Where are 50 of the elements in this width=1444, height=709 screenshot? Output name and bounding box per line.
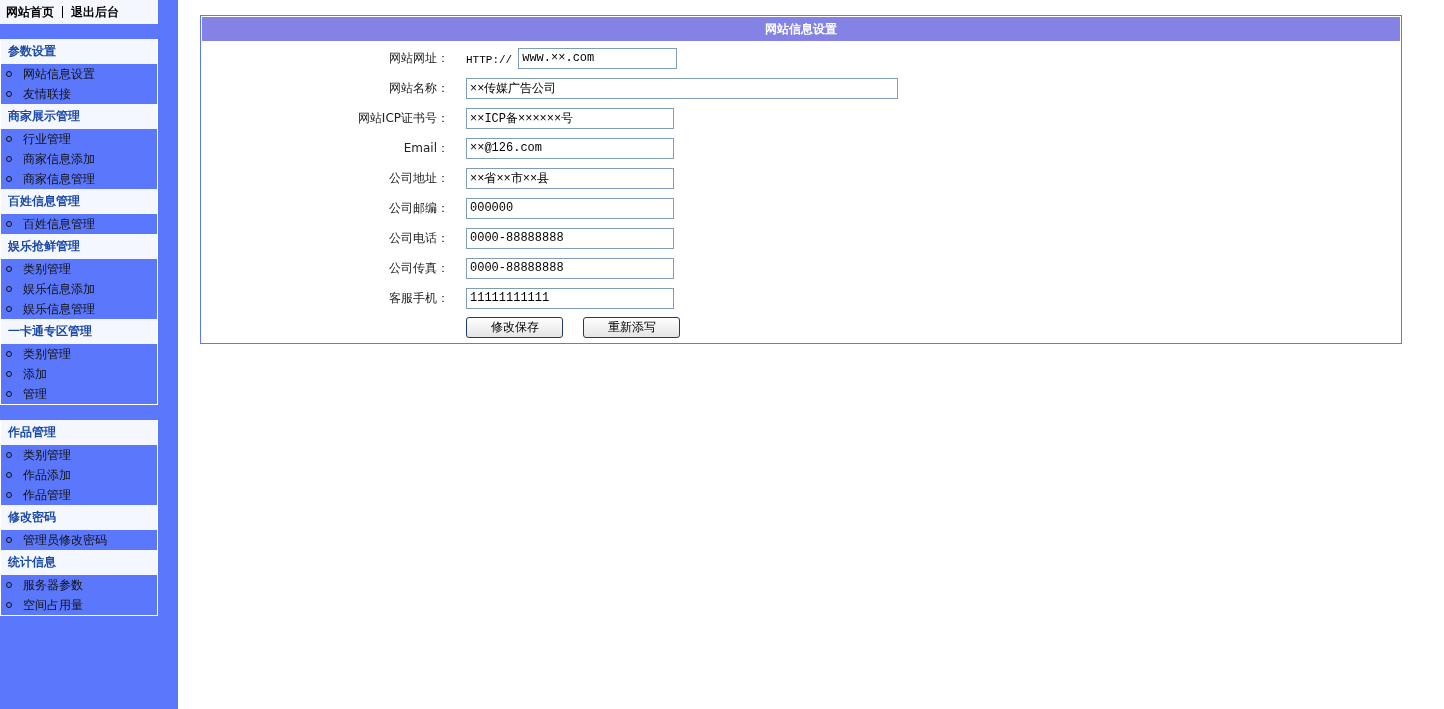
field-label: 公司邮编：: [388, 199, 450, 217]
menu-group-title: 娱乐抢鲜管理: [1, 234, 157, 259]
menu-item[interactable]: 管理员修改密码: [1, 530, 157, 550]
menu-group-title: 一卡通专区管理: [1, 319, 157, 344]
field-label: 网站网址：: [388, 49, 450, 67]
menu-item[interactable]: 类别管理: [1, 445, 157, 465]
input-field[interactable]: 11111111111: [466, 287, 674, 309]
input-field[interactable]: www.××.com: [518, 47, 678, 69]
field-label: 客服手机：: [388, 289, 450, 307]
menu-item[interactable]: 空间占用量: [1, 595, 157, 615]
menu-item[interactable]: 娱乐信息管理: [1, 299, 157, 319]
input-field[interactable]: ××@126.com: [466, 137, 674, 159]
input-field[interactable]: 0000-88888888: [466, 257, 674, 279]
menu-item[interactable]: 类别管理: [1, 259, 157, 279]
menu-group-title: 统计信息: [1, 550, 157, 575]
input-field[interactable]: ××省××市××县: [466, 167, 674, 189]
input-field[interactable]: 0000-88888888: [466, 227, 674, 249]
field-label: 公司地址：: [388, 169, 450, 187]
menu-item[interactable]: 类别管理: [1, 344, 157, 364]
menu-item[interactable]: 商家信息管理: [1, 169, 157, 189]
menu-group-title: 作品管理: [1, 420, 157, 445]
menu-item[interactable]: 商家信息添加: [1, 149, 157, 169]
menu-item[interactable]: 百姓信息管理: [1, 214, 157, 234]
menu-item[interactable]: 管理: [1, 384, 157, 404]
input-field[interactable]: ××传媒广告公司: [466, 77, 898, 99]
field-label: 公司电话：: [388, 229, 450, 247]
panel-title: 网站信息设置: [202, 17, 1400, 41]
menu-item[interactable]: 娱乐信息添加: [1, 279, 157, 299]
input-field[interactable]: ××ICP备××××××号: [466, 107, 674, 129]
menu-group-title: 参数设置: [1, 39, 157, 64]
field-label: 公司传真：: [388, 259, 450, 277]
field-label: 网站名称：: [388, 79, 450, 97]
input-field[interactable]: 000000: [466, 197, 674, 219]
menu-item[interactable]: 行业管理: [1, 129, 157, 149]
menu-item[interactable]: 作品管理: [1, 485, 157, 505]
menu-group-title: 百姓信息管理: [1, 189, 157, 214]
menu-item[interactable]: 服务器参数: [1, 575, 157, 595]
form-button[interactable]: 修改保存: [466, 316, 563, 338]
field-label: 网站ICP证书号：: [356, 109, 450, 127]
menu-item[interactable]: 友情联接: [1, 84, 157, 104]
menu-item[interactable]: 网站信息设置: [1, 64, 157, 84]
nav-link[interactable]: 退出后台: [71, 3, 119, 21]
menu-item[interactable]: 添加: [1, 364, 157, 384]
menu-group-title: 修改密码: [1, 505, 157, 530]
field-label: Email：: [402, 139, 450, 157]
nav-link[interactable]: 网站首页: [6, 3, 54, 21]
form-button[interactable]: 重新添写: [583, 316, 680, 338]
menu-group-title: 商家展示管理: [1, 104, 157, 129]
url-prefix: HTTP://: [466, 54, 513, 66]
menu-item[interactable]: 作品添加: [1, 465, 157, 485]
